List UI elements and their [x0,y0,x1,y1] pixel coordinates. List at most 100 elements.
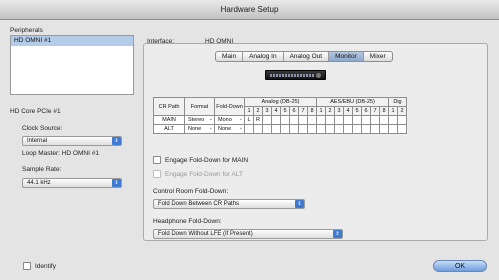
route-cell[interactable] [289,124,299,134]
route-cell[interactable] [262,115,272,125]
route-cell[interactable] [334,115,344,125]
aes-channel-number: 5 [352,106,362,116]
control-room-fold-down-label: Control Room Fold-Down: [153,188,229,195]
route-cell[interactable] [325,115,335,125]
loop-master-text: Loop Master: HD OMNI #1 [22,150,99,157]
ok-button[interactable]: OK [433,260,487,272]
route-cell[interactable] [298,115,308,125]
aes-channel-number: 8 [379,106,389,116]
route-cell[interactable] [316,115,326,125]
header-analog-group: Analog (DB-25) [244,97,317,107]
sample-rate-value: 44.1 kHz [27,180,51,186]
route-cell[interactable] [253,124,263,134]
analog-channel-number: 5 [280,106,290,116]
route-cell[interactable] [280,124,290,134]
control-room-fold-down-value: Fold Down Between CR Paths [158,201,240,207]
aes-channel-number: 6 [361,106,371,116]
analog-channel-number: 6 [289,106,299,116]
headphone-fold-down-select[interactable]: Fold Down Without LFE (If Present) ⇕ [153,229,343,239]
engage-alt-checkbox[interactable] [153,170,161,178]
tab-bar: Main Analog In Analog Out Monitor Mixer [215,51,393,62]
format-select[interactable]: None ⌄ [184,124,215,134]
sample-rate-label: Sample Rate: [22,166,62,173]
route-cell[interactable] [307,115,317,125]
window-title: Hardware Setup [0,0,499,20]
format-value: Stereo [188,117,205,123]
fold-down-select[interactable]: None ⌄ [214,124,245,134]
analog-channel-number: 8 [307,106,317,116]
aes-channel-number: 7 [370,106,380,116]
meter-strip [270,74,314,77]
route-cell[interactable] [271,115,281,125]
route-cell[interactable] [388,115,398,125]
route-cell[interactable]: R [253,115,263,125]
aes-channel-number: 1 [316,106,326,116]
fold-down-value: Mono [218,117,232,123]
dig-channel-number: 1 [388,106,398,116]
aes-channel-number: 3 [334,106,344,116]
route-cell[interactable] [379,115,389,125]
chevron-down-icon: ⌄ [208,125,213,131]
route-cell[interactable] [289,115,299,125]
clock-source-select[interactable]: Internal ⇕ [22,136,122,146]
device-front-panel-image [265,70,326,80]
popup-arrows-icon: ⇕ [112,179,121,187]
route-cell[interactable] [361,115,371,125]
format-select[interactable]: Stereo ⌄ [184,115,215,125]
headphone-fold-down-label: Headphone Fold-Down: [153,218,222,225]
sample-rate-select[interactable]: 44.1 kHz ⇕ [22,178,122,188]
route-cell[interactable] [397,124,407,134]
route-cell[interactable] [361,124,371,134]
route-cell[interactable] [244,124,254,134]
analog-channel-number: 2 [253,106,263,116]
route-cell[interactable] [325,124,335,134]
route-cell[interactable] [370,124,380,134]
route-cell[interactable] [379,124,389,134]
route-cell[interactable] [262,124,272,134]
route-cell[interactable] [334,124,344,134]
peripheral-item[interactable]: HD OMNI #1 [11,36,133,46]
clock-source-label: Clock Source: [22,125,63,132]
tab-analog-out[interactable]: Analog Out [284,52,330,61]
chevron-down-icon: ⌄ [238,116,243,122]
tab-mixer[interactable]: Mixer [364,52,392,61]
header-cr-path: CR Path [153,97,185,116]
route-cell[interactable] [343,124,353,134]
analog-channel-number: 7 [298,106,308,116]
identify-label: Identify [35,263,56,270]
header-fold-down: Fold-Down [214,97,245,116]
route-cell[interactable] [298,124,308,134]
aes-channel-number: 4 [343,106,353,116]
headphone-fold-down-value: Fold Down Without LFE (If Present) [158,231,253,237]
engage-main-checkbox[interactable] [153,156,161,164]
cr-path-cell: ALT [153,124,185,134]
engage-main-label: Engage Fold-Down for MAIN [165,157,249,164]
dig-channel-number: 2 [397,106,407,116]
volume-knob-icon [316,73,321,78]
route-cell[interactable] [397,115,407,125]
route-cell[interactable]: L [244,115,254,125]
route-cell[interactable] [280,115,290,125]
route-cell[interactable] [352,115,362,125]
header-aes-group: AES/EBU (DB-25) [316,97,389,107]
cr-path-cell: MAIN [153,115,185,125]
peripherals-list[interactable]: HD OMNI #1 [10,35,134,95]
peripherals-label: Peripherals [10,27,43,34]
tab-main[interactable]: Main [216,52,244,61]
route-cell[interactable] [352,124,362,134]
fold-down-select[interactable]: Mono ⌄ [214,115,245,125]
route-cell[interactable] [307,124,317,134]
control-room-fold-down-select[interactable]: Fold Down Between CR Paths ⇕ [153,199,305,209]
header-format: Format [184,97,215,116]
engage-alt-label: Engage Fold-Down for ALT [165,171,243,178]
clock-source-value: Internal [27,138,48,144]
route-cell[interactable] [343,115,353,125]
route-cell[interactable] [370,115,380,125]
tab-monitor[interactable]: Monitor [329,52,364,61]
route-cell[interactable] [316,124,326,134]
popup-arrows-icon: ⇕ [333,230,342,238]
route-cell[interactable] [271,124,281,134]
identify-checkbox[interactable] [23,262,31,270]
route-cell[interactable] [388,124,398,134]
tab-analog-in[interactable]: Analog In [243,52,284,61]
